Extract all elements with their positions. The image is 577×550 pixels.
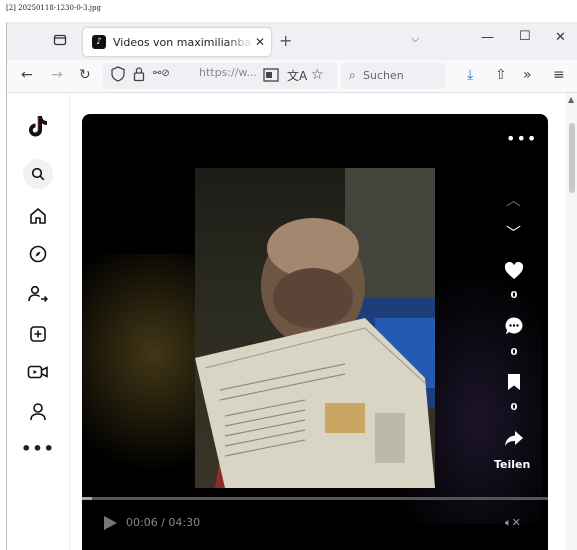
page-scrollbar[interactable]: ▲ [566, 93, 577, 550]
like-heart-icon[interactable] [502, 259, 526, 283]
search-box[interactable]: ⌕ Suchen [341, 63, 445, 89]
progress-bar[interactable] [82, 497, 548, 500]
reload-button[interactable]: ↻ [79, 67, 91, 83]
progress-bar-fill [82, 497, 93, 500]
active-tab[interactable]: ♪ Videos von maximilianbaehring ✕ [83, 28, 271, 56]
shield-icon[interactable] [111, 66, 125, 86]
profile-icon[interactable] [23, 397, 53, 427]
close-tab-icon[interactable]: ✕ [255, 35, 265, 49]
image-caption: [2] 20250118-1230-0-3.jpg [6, 4, 101, 12]
search-icon[interactable] [23, 159, 53, 189]
tiktok-page: ••• ••• ︿ ﹀ 0 0 0 Teilen 00:06 / 04:30 🔈… [7, 93, 577, 550]
search-placeholder: Suchen [363, 69, 404, 82]
explore-icon[interactable] [23, 239, 53, 269]
forward-button[interactable]: → [51, 67, 63, 83]
home-icon[interactable] [23, 201, 53, 231]
more-icon[interactable]: ••• [21, 433, 54, 463]
back-button[interactable]: ← [21, 67, 33, 83]
tiktok-favicon: ♪ [92, 35, 106, 49]
download-icon[interactable]: ⤓ [467, 67, 473, 83]
minimize-button[interactable]: — [481, 30, 494, 45]
playback-time: 00:06 / 04:30 [126, 516, 201, 529]
search-icon: ⌕ [349, 68, 356, 82]
share-label: Teilen [494, 458, 531, 471]
browser-window: ♪ Videos von maximilianbaehring ✕ + ⌵ — … [6, 22, 577, 550]
live-icon[interactable] [23, 357, 53, 387]
mute-icon[interactable]: 🔈︎✕ [505, 516, 521, 530]
translate-icon[interactable]: 文A [287, 67, 307, 84]
tab-list-chevron-icon[interactable]: ⌵ [411, 32, 419, 46]
upload-icon[interactable] [23, 319, 53, 349]
previous-video-chevron-icon[interactable]: ︿ [506, 189, 521, 210]
tab-title: Videos von maximilianbaehring [113, 35, 253, 49]
tab-bar: ♪ Videos von maximilianbaehring ✕ + ⌵ — … [7, 22, 577, 60]
save-bookmark-icon[interactable] [502, 370, 526, 394]
share-icon[interactable]: ⇧ [495, 67, 507, 83]
play-icon[interactable] [102, 515, 118, 535]
bookmark-star-icon[interactable]: ☆ [311, 67, 324, 83]
next-video-chevron-icon[interactable]: ﹀ [506, 222, 521, 243]
permissions-icon[interactable]: ⚯⊘ [153, 68, 170, 79]
video-frame-image [195, 168, 435, 488]
reader-view-icon[interactable] [263, 68, 279, 86]
close-window-button[interactable]: ✕ [555, 30, 566, 45]
save-count: 0 [510, 402, 518, 413]
scroll-up-arrow-icon[interactable]: ▲ [568, 95, 574, 104]
following-icon[interactable] [23, 279, 53, 309]
like-count: 0 [510, 290, 518, 301]
scroll-thumb[interactable] [569, 123, 575, 193]
url-text: https://w... [199, 66, 257, 79]
more-options-icon[interactable]: ••• [506, 129, 537, 148]
tiktok-sidebar: ••• [7, 93, 70, 550]
hamburger-menu-icon[interactable]: ≡ [553, 67, 565, 83]
navigation-bar: ← → ↻ ⚯⊘ https://w... 文A ☆ ⌕ Suchen ⤓ ⇧ … [7, 60, 577, 93]
video-player[interactable]: ••• ︿ ﹀ 0 0 0 Teilen 00:06 / 04:30 🔈︎✕ [82, 114, 548, 550]
maximize-button[interactable]: ☐ [519, 29, 531, 44]
lock-icon[interactable] [133, 66, 145, 86]
tiktok-logo-icon[interactable] [23, 111, 53, 141]
comment-count: 0 [510, 347, 518, 358]
comment-icon[interactable] [502, 314, 526, 338]
share-arrow-icon[interactable] [502, 426, 526, 450]
chevron-overflow-icon[interactable]: » [523, 67, 532, 83]
new-tab-button[interactable]: + [279, 31, 292, 50]
tab-overview-icon[interactable] [52, 32, 68, 48]
